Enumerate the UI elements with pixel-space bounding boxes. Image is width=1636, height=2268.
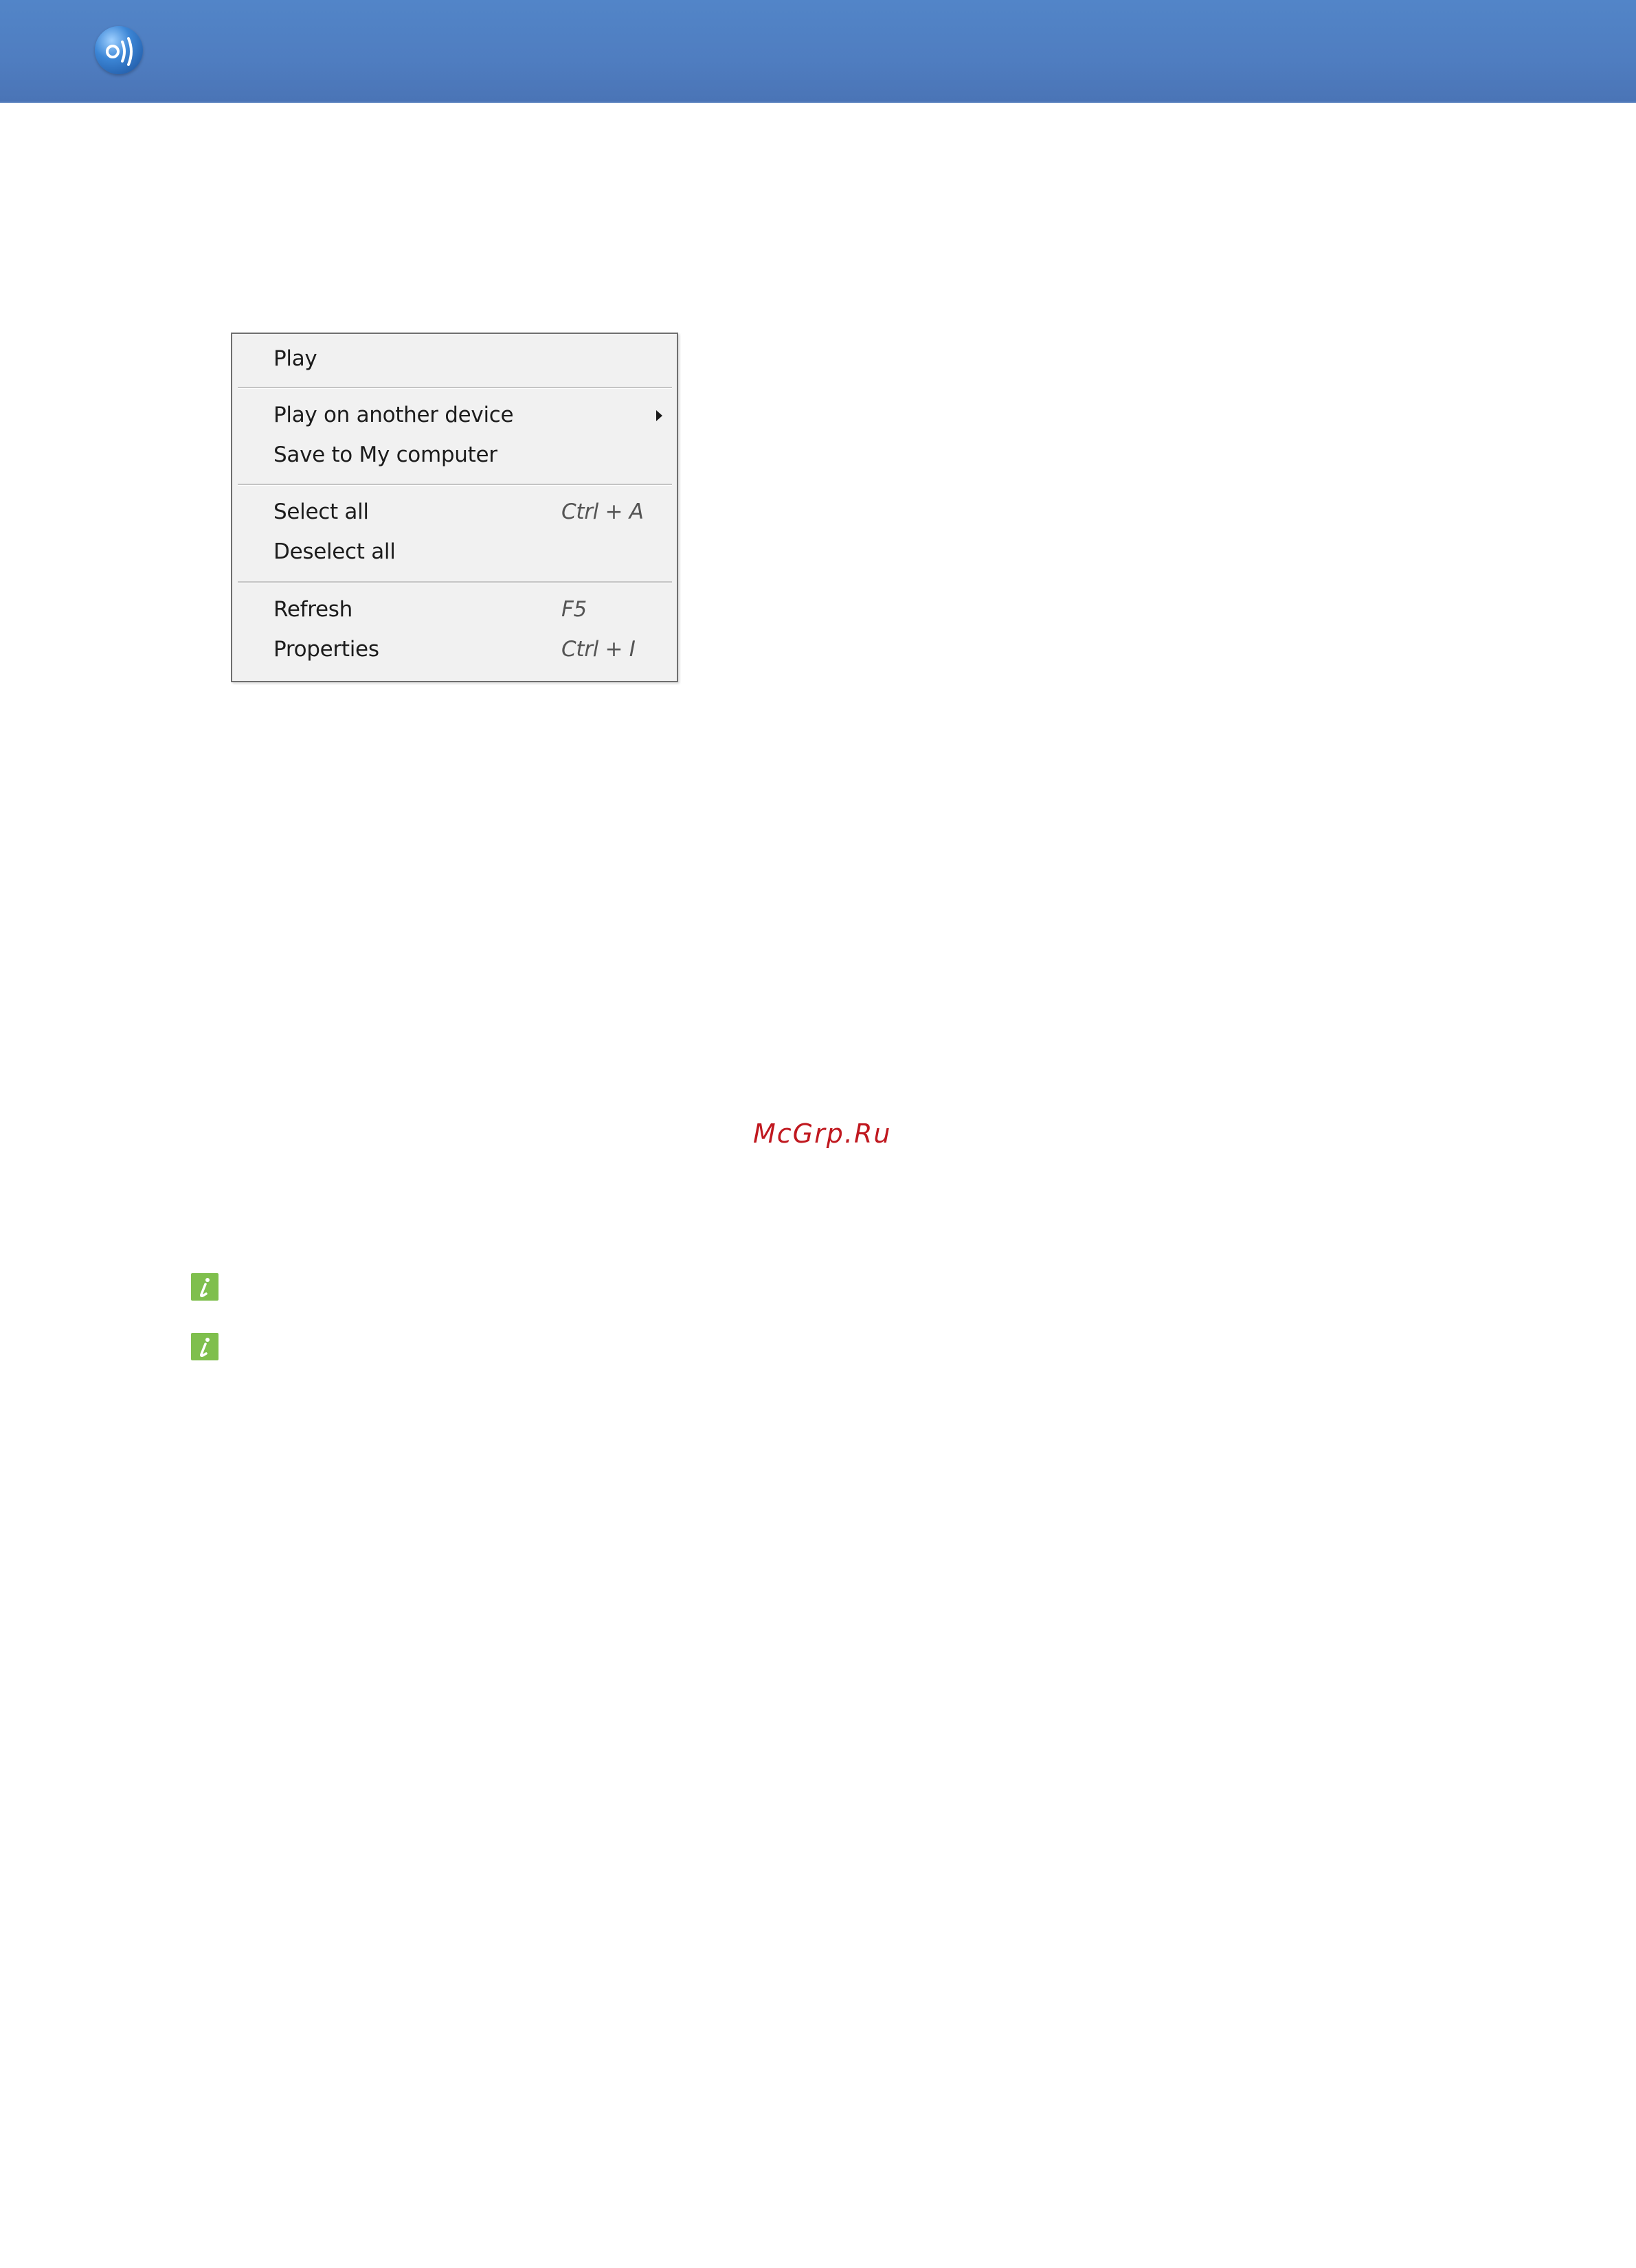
menu-item-shortcut: F5 <box>561 597 587 622</box>
menu-item-properties[interactable]: Properties Ctrl + I <box>232 633 677 669</box>
allshare-logo-icon <box>95 26 143 74</box>
menu-item-label: Play on another device <box>273 403 514 427</box>
context-menu: Play Play on another device Save to My c… <box>231 333 678 682</box>
menu-item-select-all[interactable]: Select all Ctrl + A <box>232 495 677 531</box>
menu-item-shortcut: Ctrl + I <box>561 637 636 662</box>
menu-item-label: Save to My computer <box>273 442 497 467</box>
submenu-arrow-icon <box>656 410 662 421</box>
header-bar <box>0 0 1636 103</box>
menu-item-refresh[interactable]: Refresh F5 <box>232 593 677 629</box>
menu-item-label: Deselect all <box>273 539 396 564</box>
menu-separator <box>238 484 672 486</box>
menu-item-label: Refresh <box>273 597 352 622</box>
menu-item-play-on-another-device[interactable]: Play on another device <box>232 398 677 434</box>
watermark-text: McGrp.Ru <box>753 1119 892 1149</box>
menu-item-label: Properties <box>273 637 379 662</box>
menu-item-label: Select all <box>273 499 369 524</box>
menu-item-label: Play <box>273 346 317 371</box>
menu-item-deselect-all[interactable]: Deselect all <box>232 535 677 571</box>
info-note-icon <box>191 1273 218 1301</box>
menu-item-save-to-my-computer[interactable]: Save to My computer <box>232 438 677 474</box>
info-note-icon <box>191 1333 218 1360</box>
menu-separator <box>238 581 672 583</box>
menu-item-play[interactable]: Play <box>232 342 677 378</box>
menu-item-shortcut: Ctrl + A <box>561 499 644 524</box>
menu-separator <box>238 387 672 389</box>
